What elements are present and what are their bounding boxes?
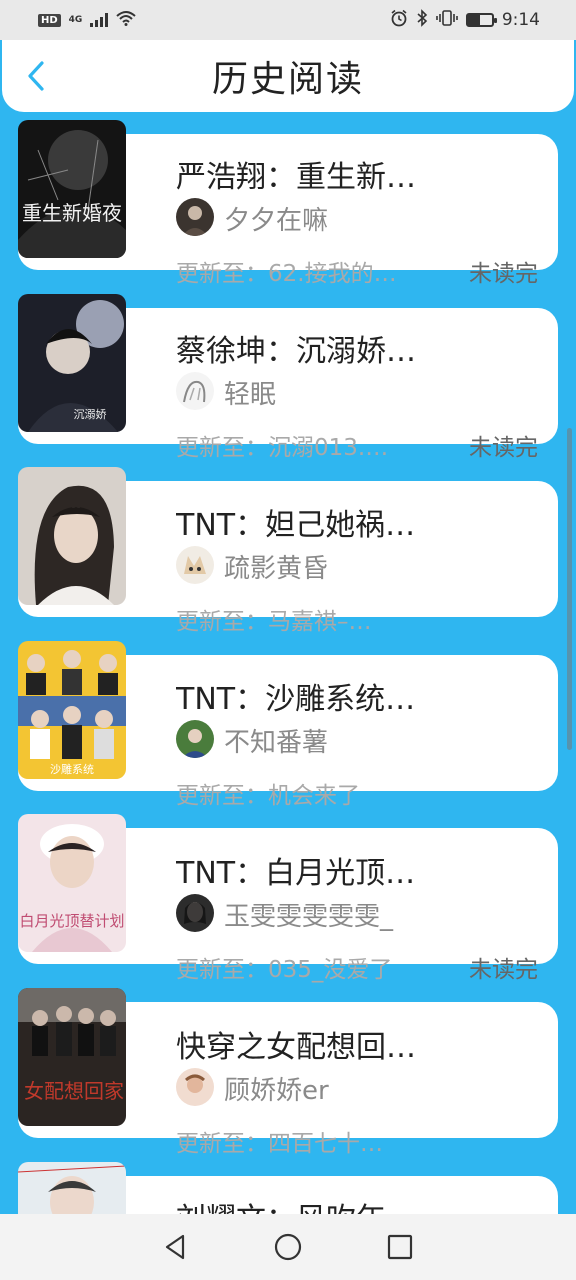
author-name: 顾娇娇er [224,1076,329,1106]
book-title: 蔡徐坤：沉溺娇… [176,334,416,369]
book-cover-image [18,1162,126,1214]
nav-recent-button[interactable] [380,1227,420,1267]
bluetooth-icon [416,8,428,32]
book-cover-image: 沙雕系统 [18,641,126,779]
author-name: 玉雯雯雯雯雯_ [224,902,394,932]
author-name: 不知番薯 [224,728,329,758]
book-cover[interactable]: 重生新婚夜 [18,120,126,258]
header-bar: 历史阅读 [2,40,574,112]
page-title: 历史阅读 [211,59,364,100]
book-title: TNT：沙雕系统… [176,682,416,717]
avatar [176,1068,214,1106]
cover-text: 沙雕系统 [50,762,94,776]
cover-text: 沉溺娇 [74,408,107,421]
cover-text: 白月光顶替计划 [19,912,124,930]
book-cover[interactable]: 沉溺娇 [18,294,126,432]
battery-level [467,15,480,25]
book-cover-image [18,467,126,605]
book-cover-image: 重生新婚夜 [18,120,126,258]
cover-text: 女配想回家 [24,1079,124,1103]
avatar [176,372,214,410]
read-status: 未读完 [469,957,538,983]
network-badge: 4G [68,14,83,25]
update-info: 更新至：沉溺013.… [176,435,389,461]
battery-icon [465,13,497,27]
update-info: 更新至：机会来了 [176,783,360,809]
nav-home-button[interactable] [268,1227,308,1267]
chevron-left-icon [28,61,44,91]
alarm-icon [390,9,408,32]
triangle-back-icon [165,1234,185,1260]
vibrate-icon [436,9,458,32]
status-left: HD 4G [38,10,136,30]
book-title: 刘耀文：风吹年 [176,1194,446,1214]
hd-badge: HD [38,13,61,27]
book-cover[interactable]: 沙雕系统 [18,641,126,779]
update-info: 更新至：62.接我的… [176,261,397,287]
author-name: 疏影黄昏 [224,554,329,584]
read-status: 未读完 [469,435,538,461]
book-cover[interactable]: 女配想回家 [18,988,126,1126]
status-right: 9:14 [390,8,540,32]
cover-text: 重生新婚夜 [22,201,122,225]
book-cover[interactable]: 白月光顶替计划 [18,814,126,952]
avatar [176,198,214,236]
avatar [176,546,214,584]
signal-icon [90,13,109,27]
read-status: 未读完 [469,261,538,287]
book-title: TNT：妲己她祸… [176,508,416,543]
history-list[interactable]: 重生新婚夜 严浩翔：重生新… 夕夕在嘛 更新至：62.接我的… 未读完 沉溺娇 … [0,112,576,1214]
update-info: 更新至：马嘉祺–… [176,609,372,635]
nav-back-button[interactable] [156,1227,196,1267]
book-cover-image: 沉溺娇 [18,294,126,432]
book-title: 严浩翔：重生新… [176,160,416,195]
system-nav-bar [0,1214,576,1280]
circle-home-icon [274,1233,302,1261]
back-button[interactable] [18,56,54,96]
book-title: TNT：白月光顶… [176,856,416,891]
clock: 9:14 [501,10,540,30]
avatar [176,894,214,932]
avatar [176,720,214,758]
book-cover-image: 白月光顶替计划 [18,814,126,952]
wifi-icon [116,10,136,30]
author-name: 夕夕在嘛 [224,206,329,236]
book-cover-image: 女配想回家 [18,988,126,1126]
update-info: 更新至：四百七十… [176,1131,383,1157]
book-title: 快穿之女配想回… [176,1030,416,1065]
update-info: 更新至：035_没爱了 [176,957,393,983]
square-recent-icon [387,1234,413,1260]
scrollbar[interactable] [567,428,572,750]
book-cover[interactable] [18,467,126,605]
author-name: 轻眠 [224,380,277,410]
book-cover[interactable] [18,1162,126,1214]
status-bar: HD 4G 9:14 [0,0,576,40]
